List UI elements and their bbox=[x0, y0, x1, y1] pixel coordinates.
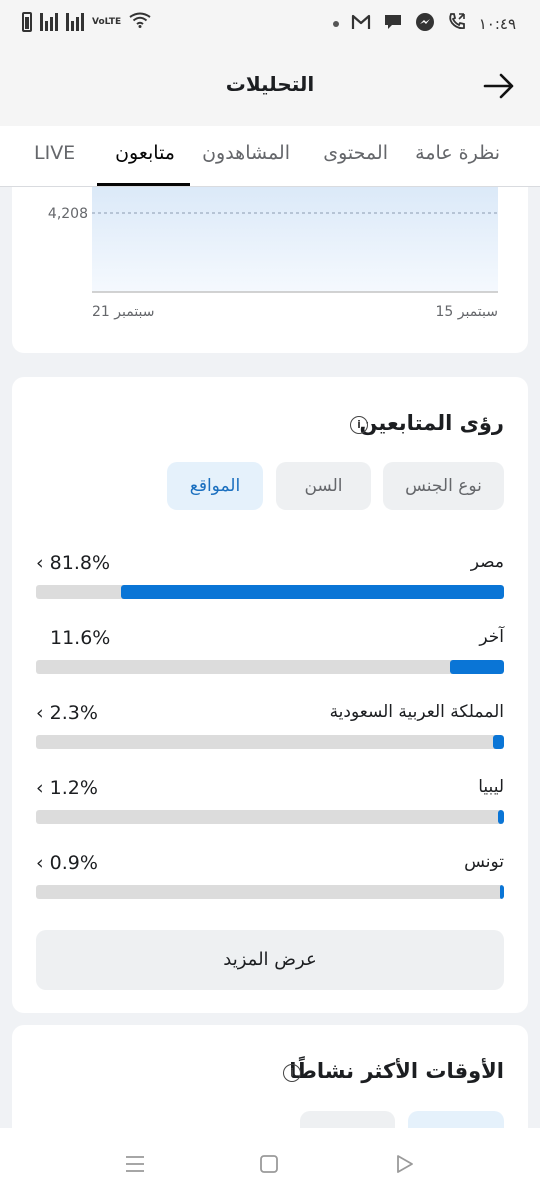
tab-live[interactable]: LIVE bbox=[34, 142, 75, 164]
tab-content[interactable]: المحتوى bbox=[323, 142, 388, 164]
followers-insights-card: رؤى المتابعين i نوع الجنس السن المواقع م… bbox=[12, 377, 528, 1013]
location-bar-track bbox=[36, 585, 504, 599]
location-value[interactable]: ‹ 0.9% bbox=[36, 852, 98, 874]
location-name: المملكة العربية السعودية bbox=[329, 702, 504, 722]
chat-icon bbox=[383, 13, 403, 35]
active-tab-indicator bbox=[97, 183, 190, 186]
status-left: VoLTE bbox=[22, 12, 151, 32]
followers-chart-card: 4,208 سبتمبر 21 سبتمبر 15 bbox=[12, 187, 528, 353]
info-icon[interactable]: i bbox=[283, 1064, 301, 1082]
battery-icon bbox=[22, 12, 32, 32]
menu-icon[interactable] bbox=[125, 1154, 145, 1174]
followers-chart: 4,208 سبتمبر 21 سبتمبر 15 bbox=[48, 187, 498, 320]
filter-locations[interactable]: المواقع bbox=[167, 462, 263, 510]
location-bar-fill bbox=[121, 585, 504, 599]
location-bar-track bbox=[36, 735, 504, 749]
back-arrow-icon[interactable] bbox=[482, 70, 516, 102]
location-name: آخر bbox=[479, 627, 504, 647]
location-bar-fill bbox=[450, 660, 504, 674]
signal-icon-2 bbox=[66, 13, 84, 31]
tab-followers[interactable]: متابعون bbox=[115, 142, 175, 164]
location-value[interactable]: ‹ 2.3% bbox=[36, 702, 98, 724]
home-icon[interactable] bbox=[259, 1154, 279, 1174]
volte-label: VoLTE bbox=[92, 16, 122, 27]
chevron-left-icon: ‹ bbox=[36, 777, 50, 799]
location-bar-track bbox=[36, 810, 504, 824]
location-percent: 1.2% bbox=[49, 777, 98, 799]
filter-age[interactable]: السن bbox=[276, 462, 371, 510]
page-title: التحليلات bbox=[225, 72, 315, 96]
info-icon[interactable]: i bbox=[350, 416, 368, 434]
chevron-left-icon: ‹ bbox=[36, 702, 50, 724]
dot-icon bbox=[332, 21, 339, 27]
clock: ١٠:٤٩ bbox=[478, 15, 516, 33]
filter-gender[interactable]: نوع الجنس bbox=[383, 462, 504, 510]
gmail-icon bbox=[351, 14, 371, 34]
location-name: تونس bbox=[464, 852, 504, 872]
x-tick-label-left: سبتمبر 21 bbox=[92, 304, 155, 320]
signal-icon bbox=[40, 13, 58, 31]
location-value[interactable]: ‹ 81.8% bbox=[36, 552, 110, 574]
back-icon[interactable] bbox=[395, 1154, 415, 1174]
tab-audience[interactable]: المشاهدون bbox=[202, 142, 290, 164]
tab-overview[interactable]: نظرة عامة bbox=[415, 142, 500, 164]
x-tick-label-right: سبتمبر 15 bbox=[435, 304, 498, 320]
location-value: 11.6% bbox=[50, 627, 110, 649]
location-percent: 81.8% bbox=[49, 552, 110, 574]
y-tick-label: 4,208 bbox=[48, 206, 88, 222]
location-name: مصر bbox=[470, 552, 504, 572]
location-bar-fill bbox=[498, 810, 504, 824]
insights-title: رؤى المتابعين bbox=[359, 411, 504, 435]
wifi-icon bbox=[129, 12, 151, 32]
location-bar-track bbox=[36, 660, 504, 674]
chevron-left-icon: ‹ bbox=[36, 552, 50, 574]
location-name: ليبيا bbox=[478, 777, 504, 797]
location-bar-fill bbox=[493, 735, 504, 749]
location-percent: 11.6% bbox=[50, 627, 111, 649]
status-bar: VoLTE ١٠:٤٩ bbox=[0, 0, 540, 50]
location-value[interactable]: ‹ 1.2% bbox=[36, 777, 98, 799]
app-header: التحليلات bbox=[0, 50, 540, 126]
messenger-icon bbox=[415, 12, 435, 36]
active-times-title: الأوقات الأكثر نشاطًا bbox=[289, 1059, 504, 1083]
call-icon bbox=[447, 12, 467, 36]
location-percent: 2.3% bbox=[49, 702, 98, 724]
location-percent: 0.9% bbox=[49, 852, 98, 874]
location-bar-track bbox=[36, 885, 504, 899]
chevron-left-icon: ‹ bbox=[36, 852, 50, 874]
location-bar-fill bbox=[500, 885, 504, 899]
tab-bar: نظرة عامة المحتوى المشاهدون متابعون LIVE bbox=[0, 126, 540, 187]
system-nav-bar bbox=[0, 1128, 540, 1200]
chart-area bbox=[92, 187, 498, 292]
see-more-button[interactable]: عرض المزيد bbox=[36, 930, 504, 990]
status-right: ١٠:٤٩ bbox=[332, 12, 516, 36]
